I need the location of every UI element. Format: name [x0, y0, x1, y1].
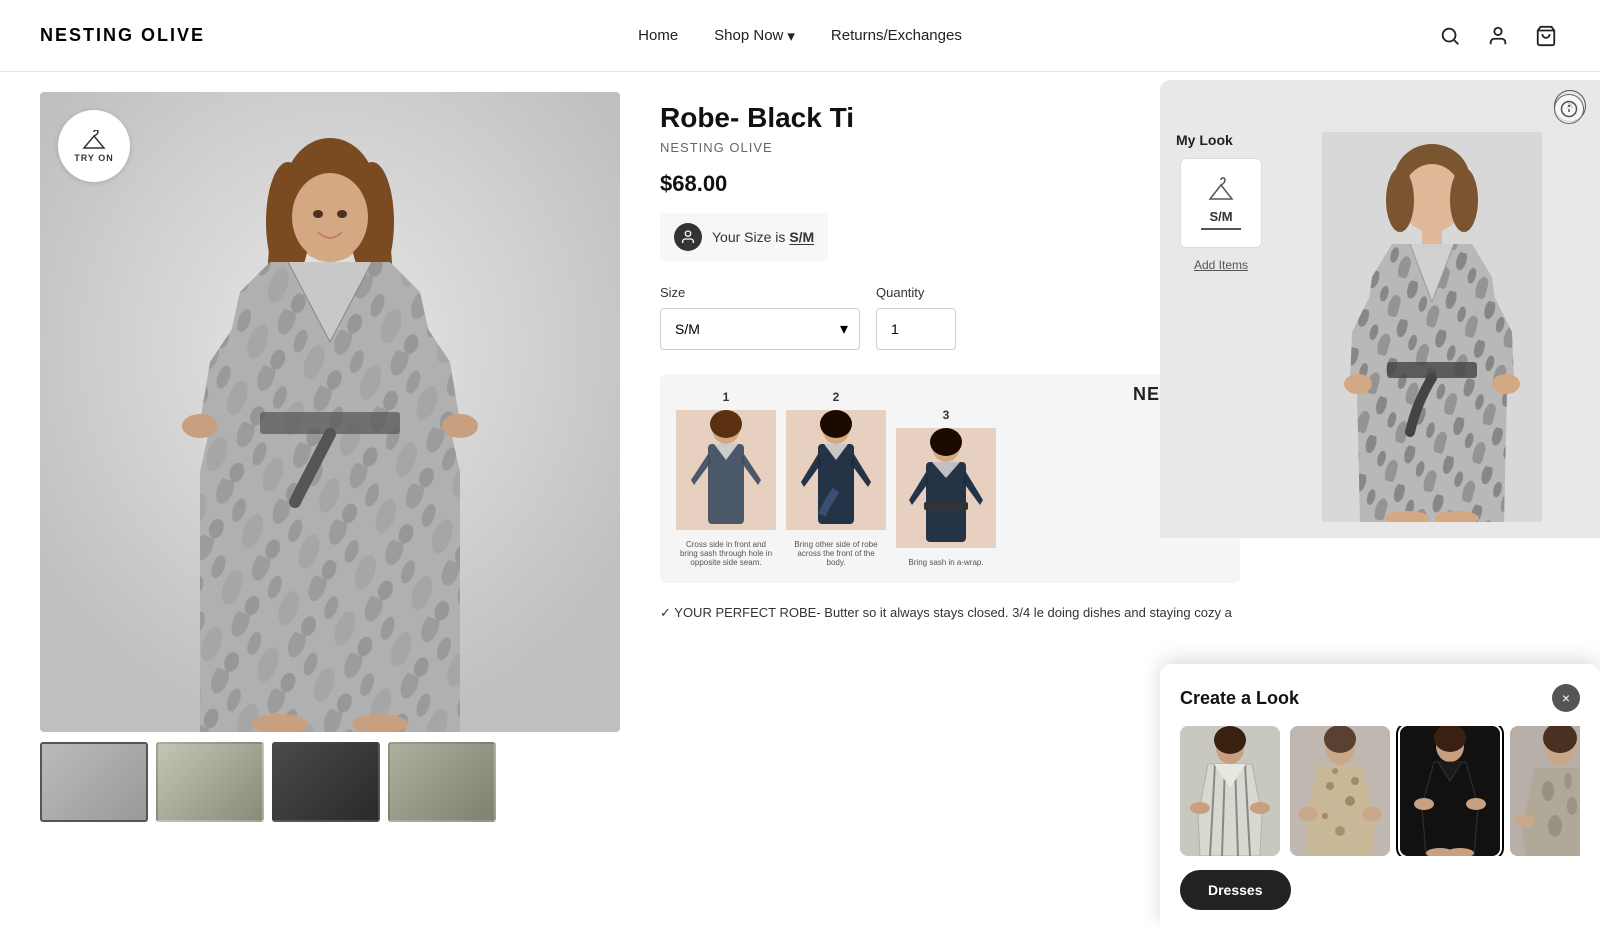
how-to-wrap-section: NESTING 1 [660, 374, 1240, 583]
size-rec-value: S/M [789, 229, 814, 245]
thumbnail-4[interactable] [388, 742, 496, 822]
main-nav: Home Shop Now ▾ Returns/Exchanges [638, 27, 962, 45]
create-look-title: Create a Look [1180, 688, 1299, 709]
size-select[interactable]: XS/S S/M M/L L/XL [660, 308, 860, 350]
nav-returns[interactable]: Returns/Exchanges [831, 27, 962, 44]
product-image-svg [40, 92, 620, 732]
size-select-wrapper: XS/S S/M M/L L/XL ▾ [660, 308, 860, 350]
avatar-svg [1322, 132, 1542, 522]
step-1-num: 1 [723, 390, 730, 404]
tryon-panel: × My Look S/M Add Items [1160, 80, 1600, 538]
step-2: 2 Bring other side of [786, 390, 886, 567]
step-3-figure [896, 428, 996, 548]
thumbnail-row [40, 742, 620, 822]
my-look-underline [1201, 228, 1242, 230]
how-to-steps: 1 Cross side in front [676, 390, 1224, 567]
tryon-body: My Look S/M Add Items [1160, 132, 1600, 538]
step-2-num: 2 [833, 390, 840, 404]
look-card-1[interactable] [1180, 726, 1280, 856]
chevron-down-icon: ▾ [787, 27, 795, 45]
step-2-caption: Bring other side of robe across the fron… [789, 536, 884, 567]
thumbnail-1[interactable] [40, 742, 148, 822]
create-look-panel: Create a Look × [1160, 664, 1600, 926]
look-card-2[interactable] [1290, 726, 1390, 856]
create-look-close-button[interactable]: × [1552, 684, 1580, 712]
look-card-4[interactable] [1510, 726, 1580, 856]
site-logo[interactable]: NESTING OLIVE [40, 25, 205, 46]
step-3: 3 Bring [896, 408, 996, 567]
quantity-group: Quantity [876, 285, 956, 350]
create-look-header: Create a Look × [1180, 684, 1580, 712]
size-recommendation: Your Size is S/M [660, 213, 828, 261]
dresses-category-button[interactable]: Dresses [1180, 870, 1291, 910]
nav-shop[interactable]: Shop Now ▾ [714, 27, 795, 45]
size-rec-text: Your Size is S/M [712, 229, 814, 245]
my-look-card[interactable]: S/M [1180, 158, 1262, 248]
main-product-image: TRY ON [40, 92, 620, 732]
cart-icon[interactable] [1532, 22, 1560, 50]
info-icon[interactable] [1554, 94, 1584, 124]
look-card-3[interactable] [1400, 726, 1500, 856]
nav-home[interactable]: Home [638, 27, 678, 44]
account-icon[interactable] [1484, 22, 1512, 50]
step-3-num: 3 [943, 408, 950, 422]
my-look-section: My Look S/M Add Items [1176, 132, 1266, 522]
try-on-label: TRY ON [74, 153, 114, 163]
step-1: 1 Cross side in front [676, 390, 776, 567]
my-look-size: S/M [1209, 209, 1232, 224]
step-1-figure [676, 410, 776, 530]
size-group: Size XS/S S/M M/L L/XL ▾ [660, 285, 860, 350]
product-images-section: TRY ON [40, 92, 620, 822]
step-3-caption: Bring sash in a-wrap. [908, 554, 983, 567]
try-on-button[interactable]: TRY ON [58, 110, 130, 182]
step-1-caption: Cross side in front and bring sash throu… [679, 536, 774, 567]
my-look-title: My Look [1176, 132, 1233, 148]
look-cards-row: › [1180, 726, 1580, 856]
product-description: ✓ YOUR PERFECT ROBE- Butter so it always… [660, 603, 1560, 624]
tryon-panel-header: × [1160, 80, 1600, 132]
add-items-link[interactable]: Add Items [1194, 258, 1248, 272]
search-icon[interactable] [1436, 22, 1464, 50]
thumbnail-2[interactable] [156, 742, 264, 822]
quantity-label: Quantity [876, 285, 956, 300]
header-icons [1436, 22, 1560, 50]
quantity-input[interactable] [876, 308, 956, 350]
size-rec-icon [674, 223, 702, 251]
avatar-container [1280, 132, 1584, 522]
step-2-figure [786, 410, 886, 530]
site-header: NESTING OLIVE Home Shop Now ▾ Returns/Ex… [0, 0, 1600, 72]
size-label: Size [660, 285, 860, 300]
thumbnail-3[interactable] [272, 742, 380, 822]
